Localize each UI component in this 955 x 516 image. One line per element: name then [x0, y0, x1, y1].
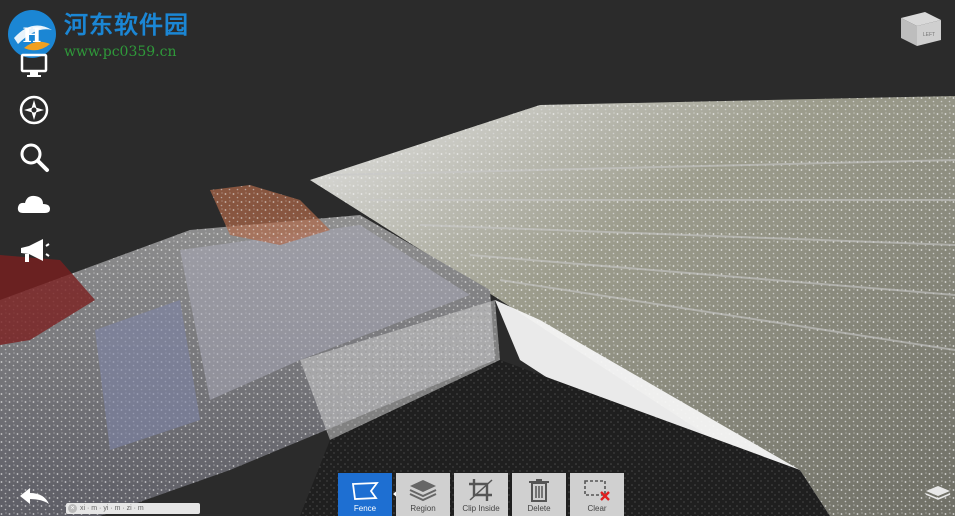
watermark-url: www.pc0359.cn [64, 44, 177, 60]
point-cloud-scene [0, 96, 955, 516]
scale-close-icon[interactable]: × [68, 504, 77, 513]
search-icon [20, 143, 49, 172]
megaphone-icon [21, 239, 50, 262]
fence-icon [351, 482, 379, 500]
watermark-title: 河东软件园 [64, 10, 189, 39]
scale-bar: × xi · m · yi · m · zi · m [66, 503, 200, 514]
fence-label: Fence [353, 504, 377, 513]
compass-icon [19, 95, 49, 125]
svg-text:H: H [23, 23, 42, 47]
clear-selection-icon [584, 480, 610, 501]
cloud-icon [17, 195, 50, 213]
announce-button[interactable] [14, 233, 54, 269]
delete-label: Delete [527, 504, 551, 513]
clip-inside-button[interactable]: Clip Inside [454, 473, 508, 516]
scale-text: xi · m · yi · m · zi · m [80, 505, 144, 512]
delete-button[interactable]: Delete [512, 473, 566, 516]
fence-button[interactable]: Fence [338, 473, 392, 516]
region-label: Region [410, 504, 436, 513]
search-button[interactable] [14, 139, 54, 175]
compass-button[interactable] [14, 92, 54, 128]
clear-button[interactable]: Clear [570, 473, 624, 516]
point-cloud-viewport[interactable] [0, 0, 955, 516]
layers-icon [409, 480, 437, 502]
view-cube-face-label: LEFT [923, 32, 935, 38]
monitor-icon [20, 53, 48, 77]
trash-icon [529, 479, 549, 502]
clear-label: Clear [587, 504, 607, 513]
view-cube[interactable]: LEFT [895, 6, 945, 48]
region-button[interactable]: Region [396, 473, 450, 516]
crop-icon [469, 479, 493, 501]
bottom-toolbar: Fence Region Clip Inside Delete Clear [338, 473, 624, 516]
monitor-button[interactable] [14, 48, 54, 84]
corner-layers-icon[interactable] [925, 485, 951, 501]
clip-inside-label: Clip Inside [462, 504, 500, 513]
back-arrow-icon[interactable] [16, 484, 54, 510]
cloud-button[interactable] [14, 186, 54, 222]
